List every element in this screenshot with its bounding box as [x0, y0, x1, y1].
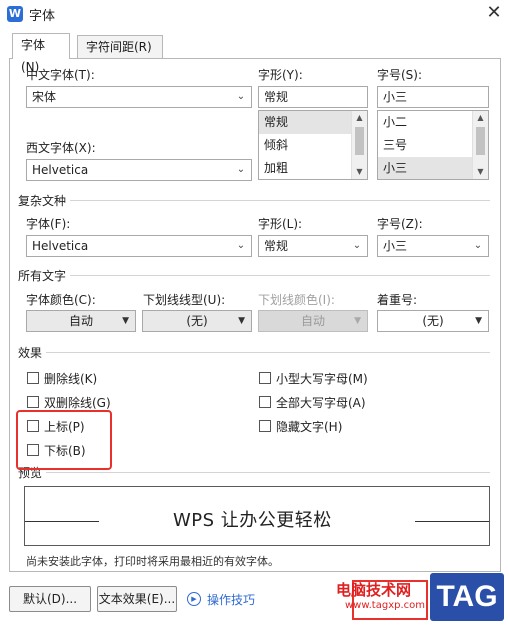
- chevron-down-icon[interactable]: ⌄: [471, 236, 485, 256]
- scroll-down-icon[interactable]: ▼: [473, 165, 488, 179]
- scroll-thumb[interactable]: [476, 127, 485, 155]
- chevron-down-icon[interactable]: ⌄: [234, 160, 248, 180]
- style-listbox[interactable]: 常规 倾斜 加粗 ▲ ▼: [258, 110, 368, 180]
- complex-size-label: 字号(Z):: [377, 217, 423, 231]
- play-icon[interactable]: ▶: [187, 592, 201, 606]
- all-caps-label[interactable]: 全部大写字母(A): [276, 394, 366, 411]
- triangle-down-icon: ▼: [354, 316, 361, 326]
- style-scrollbar[interactable]: ▲ ▼: [351, 111, 367, 179]
- triangle-down-icon: ▼: [238, 316, 245, 326]
- size-input[interactable]: 小三: [377, 86, 489, 108]
- tips-link[interactable]: 操作技巧: [207, 591, 255, 608]
- scroll-down-icon[interactable]: ▼: [352, 165, 367, 179]
- section-divider: [18, 472, 490, 473]
- underline-color-dropdown: 自动 ▼: [258, 310, 368, 332]
- double-strikethrough-checkbox[interactable]: [27, 396, 39, 408]
- underline-type-dropdown[interactable]: (无) ▼: [142, 310, 252, 332]
- strikethrough-label[interactable]: 删除线(K): [44, 370, 97, 387]
- all-caps-checkbox[interactable]: [259, 396, 271, 408]
- triangle-down-icon: ▼: [122, 316, 129, 326]
- text-effects-button[interactable]: 文本效果(E)...: [97, 586, 177, 612]
- hidden-text-checkbox[interactable]: [259, 420, 271, 432]
- section-divider: [18, 352, 490, 353]
- watermark-tag-logo: TAG: [430, 573, 504, 621]
- complex-style-combobox[interactable]: 常规 ⌄: [258, 235, 368, 257]
- preview-baseline-left: [25, 521, 99, 522]
- font-color-dropdown[interactable]: 自动 ▼: [26, 310, 136, 332]
- small-caps-label[interactable]: 小型大写字母(M): [276, 370, 368, 387]
- watermark-url: www.tagxp.com: [345, 600, 425, 611]
- complex-font-label: 字体(F):: [26, 217, 71, 231]
- style-input[interactable]: 常规: [258, 86, 368, 108]
- chevron-down-icon[interactable]: ⌄: [234, 87, 248, 107]
- section-divider: [18, 200, 490, 201]
- size-label: 字号(S):: [377, 68, 423, 82]
- effects-section-title: 效果: [18, 344, 47, 361]
- chinese-font-value: 宋体: [32, 90, 57, 104]
- emphasis-label: 着重号:: [377, 293, 418, 307]
- western-font-label: 西文字体(X):: [26, 141, 96, 155]
- complex-font-value: Helvetica: [32, 239, 89, 253]
- triangle-down-icon: ▼: [475, 316, 482, 326]
- double-strikethrough-label[interactable]: 双删除线(G): [44, 394, 111, 411]
- complex-section-title: 复杂文种: [18, 192, 71, 209]
- scroll-up-icon[interactable]: ▲: [473, 111, 488, 125]
- chevron-down-icon[interactable]: ⌄: [234, 236, 248, 256]
- underline-type-value: (无): [186, 314, 208, 328]
- tab-font[interactable]: 字体(N): [12, 33, 70, 74]
- emphasis-dropdown[interactable]: (无) ▼: [377, 310, 489, 332]
- emphasis-value: (无): [422, 314, 444, 328]
- close-icon[interactable]: ✕: [484, 3, 504, 23]
- preview-text: WPS 让办公更轻松: [173, 510, 332, 531]
- complex-style-value: 常规: [264, 239, 289, 253]
- highlight-annotation-box: [16, 410, 112, 470]
- underline-type-label: 下划线线型(U):: [143, 293, 226, 307]
- font-missing-note: 尚未安装此字体，打印时将采用最相近的有效字体。: [26, 555, 279, 568]
- font-color-label: 字体颜色(C):: [26, 293, 96, 307]
- tab-character-spacing[interactable]: 字符间距(R): [77, 35, 163, 59]
- preview-baseline-right: [415, 521, 489, 522]
- watermark-site-name: 电脑技术网: [336, 581, 412, 599]
- complex-size-value: 小三: [383, 239, 408, 253]
- size-listbox[interactable]: 小二 三号 小三 ▲ ▼: [377, 110, 489, 180]
- dialog-title: 字体: [29, 9, 56, 24]
- chinese-font-combobox[interactable]: 宋体 ⌄: [26, 86, 252, 108]
- strikethrough-checkbox[interactable]: [27, 372, 39, 384]
- preview-box: WPS 让办公更轻松: [24, 486, 490, 546]
- font-color-value: 自动: [68, 314, 93, 328]
- western-font-combobox[interactable]: Helvetica ⌄: [26, 159, 252, 181]
- western-font-value: Helvetica: [32, 163, 89, 177]
- small-caps-checkbox[interactable]: [259, 372, 271, 384]
- default-button[interactable]: 默认(D)...: [9, 586, 91, 612]
- section-divider: [18, 275, 490, 276]
- style-label: 字形(Y):: [258, 68, 303, 82]
- all-text-section-title: 所有文字: [18, 267, 71, 284]
- complex-style-label: 字形(L):: [258, 217, 303, 231]
- hidden-text-label[interactable]: 隐藏文字(H): [276, 418, 342, 435]
- chinese-font-label: 中文字体(T):: [26, 68, 95, 82]
- scroll-up-icon[interactable]: ▲: [352, 111, 367, 125]
- title-bar: [0, 0, 510, 28]
- complex-font-combobox[interactable]: Helvetica ⌄: [26, 235, 252, 257]
- underline-color-value: 自动: [300, 314, 325, 328]
- wps-logo-icon: W: [7, 6, 23, 22]
- underline-color-label: 下划线颜色(I):: [258, 293, 335, 307]
- size-scrollbar[interactable]: ▲ ▼: [472, 111, 488, 179]
- scroll-thumb[interactable]: [355, 127, 364, 155]
- complex-size-combobox[interactable]: 小三 ⌄: [377, 235, 489, 257]
- chevron-down-icon[interactable]: ⌄: [350, 236, 364, 256]
